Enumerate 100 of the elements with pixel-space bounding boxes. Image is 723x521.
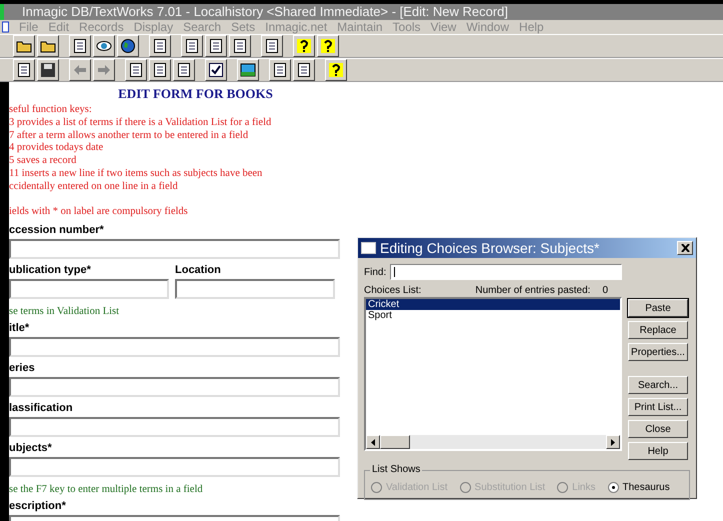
input-field[interactable] [9,337,340,358]
toolbar-button[interactable] [13,59,35,81]
dialog-button[interactable]: Replace [628,321,688,339]
globe-icon [120,38,136,54]
list-item[interactable]: Sport [366,310,620,321]
toolbar-button[interactable] [229,35,251,57]
input-field[interactable] [175,279,335,300]
field-label: lassification [9,402,74,416]
input-field[interactable] [9,279,169,300]
note-text: 4 provides todays date [9,142,104,156]
menu-item[interactable]: File [14,20,44,34]
note-text: ccidentally entered on one line in a field [9,180,179,194]
hint-text: se terms in Validation List [9,306,120,318]
field-label: itle* [9,322,30,336]
menu-item[interactable]: Tools [388,20,426,34]
form-heading: EDIT FORM FOR BOOKS [117,86,274,102]
checkbox-icon [208,62,224,78]
toolbar-button[interactable] [293,35,315,57]
menu-item[interactable]: Help [514,20,549,34]
question-icon [320,38,336,54]
menu-item[interactable]: Sets [226,20,260,34]
question-icon [296,38,312,54]
dialog-button[interactable]: Properties... [628,343,688,361]
field-label: Location [175,264,222,278]
menu-item[interactable]: Inmagic.net [260,20,332,34]
input-field[interactable] [9,239,340,260]
toolbar-button[interactable] [37,35,59,57]
scroll-thumb[interactable] [380,435,410,449]
dialog-button[interactable]: Print List... [628,398,688,416]
menu-item[interactable]: Maintain [332,20,388,34]
toolbar-button[interactable] [37,59,59,81]
menu-item[interactable]: Display [128,20,178,34]
menu-item[interactable]: Window [461,20,514,34]
note-text: 5 saves a record [9,155,78,168]
list-item[interactable]: Cricket [366,299,620,310]
dialog-button[interactable]: Paste [628,299,688,317]
toolbar-button[interactable] [261,35,283,57]
document-icon [208,38,224,54]
radio-option[interactable]: Thesaurus [608,482,670,492]
menu-item[interactable]: Edit [43,20,74,34]
dialog-button[interactable]: Search... [628,376,688,394]
menu-item[interactable]: View [426,20,462,34]
field-label: ccession number* [9,224,105,238]
toolbar-button[interactable] [149,59,171,81]
note-text: 3 provides a list of terms if there is a Validation List for a field [9,116,272,130]
toolbar-button[interactable] [69,59,91,81]
field-label: ublication type* [9,264,92,278]
horizontal-scrollbar[interactable] [366,435,620,449]
dialog-button[interactable]: Close [628,420,688,438]
document-icon [152,38,168,54]
dialog-button[interactable]: Help [628,442,688,460]
toolbar-button[interactable] [317,35,339,57]
input-field[interactable] [9,457,340,478]
note-text: 7 after a term allows another term to be entered in a field [9,130,250,142]
toolbar-button[interactable] [325,59,347,81]
menu-item[interactable]: Search [178,20,226,34]
toolbar-button[interactable] [117,35,139,57]
close-icon [680,244,690,252]
toolbar-button[interactable] [269,59,291,81]
document-icon [296,62,312,78]
close-button[interactable] [677,241,693,255]
group-label: List Shows [370,464,422,475]
menu-item[interactable]: Records [74,20,129,34]
picture-icon [240,62,256,78]
toolbar-button[interactable] [13,35,35,57]
find-label: Find: [364,266,386,278]
note-text: ields with * on label are compulsory fields [9,206,189,220]
window-icon [361,242,376,254]
choices-label: Choices List: [364,284,422,296]
document-icon [272,62,288,78]
toolbar-button[interactable] [125,59,147,81]
toolbar-button[interactable] [173,59,195,81]
toolbar-button[interactable] [205,59,227,81]
toolbar-button[interactable] [93,35,115,57]
toolbar-button[interactable] [293,59,315,81]
pasted-count: 0 [602,284,608,296]
input-field[interactable] [9,377,340,398]
dialog-title: Editing Choices Browser: Subjects* [380,240,600,256]
left-arrow-icon [371,438,375,446]
field-label: escription* [9,500,67,514]
find-field[interactable] [390,264,622,280]
right-arrow-icon [96,62,112,78]
toolbar-button[interactable] [181,35,203,57]
note-text: 11 inserts a new line if two items such as subjects have been [9,168,264,181]
toolbar-button[interactable] [205,35,227,57]
pasted-label: Number of entries pasted: [475,284,590,296]
eye-icon [96,38,112,54]
window-title: Inmagic DB/TextWorks 7.01 - Localhistory <Shared Immediate> - [Edit: New Record] [21,4,508,20]
field-label: eries [9,362,36,376]
toolbar-button[interactable] [149,35,171,57]
field-label: ubjects* [9,442,53,456]
question-icon [328,62,344,78]
note-text: seful function keys: [9,104,93,117]
input-field[interactable] [9,417,340,438]
document-icon [16,62,32,78]
right-arrow-icon [611,438,615,446]
hint-text: se the F7 key to enter multiple terms in a field [9,484,204,496]
toolbar-button[interactable] [93,59,115,81]
toolbar-button[interactable] [237,59,259,81]
toolbar-button[interactable] [69,35,91,57]
